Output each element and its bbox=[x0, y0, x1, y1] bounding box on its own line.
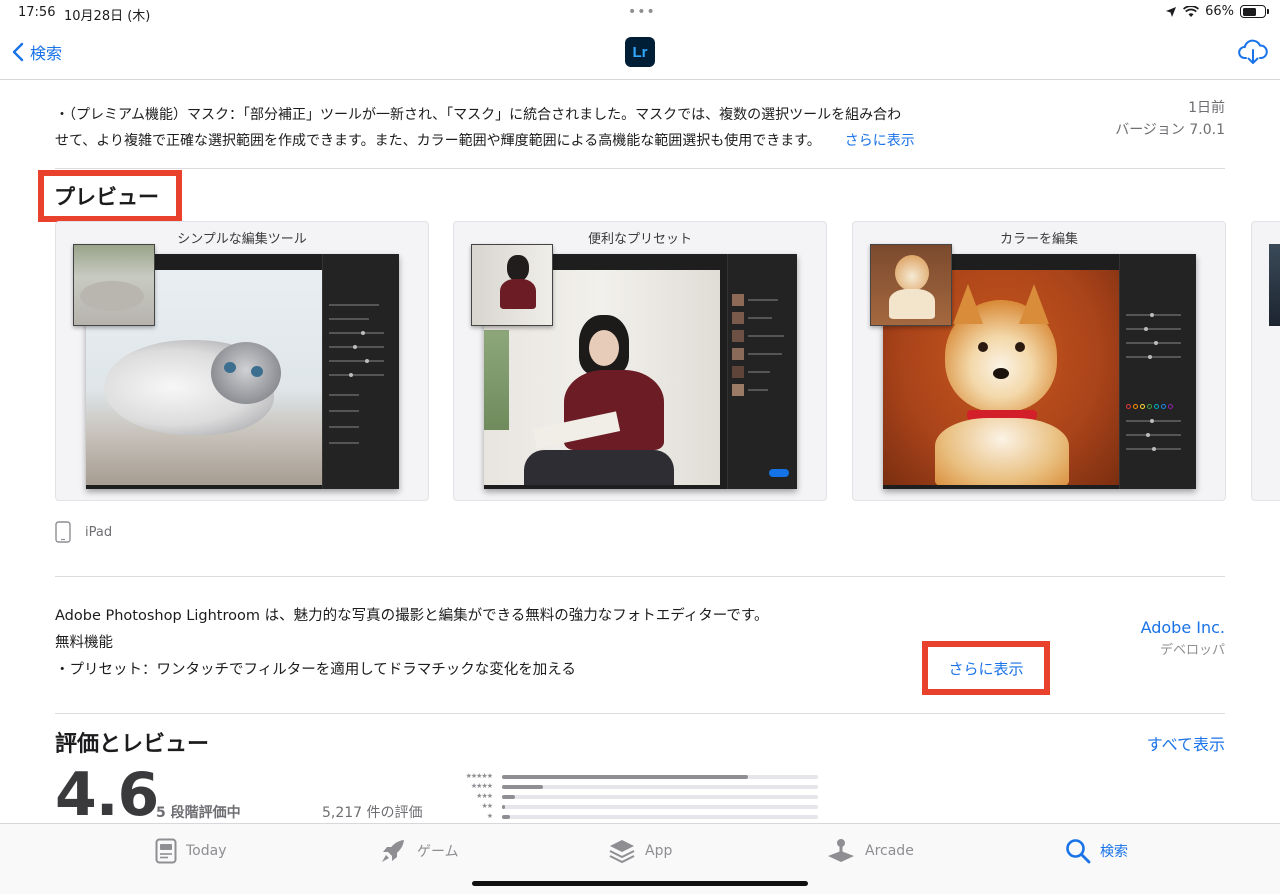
release-meta: 1日前 バージョン 7.0.1 bbox=[1115, 97, 1225, 141]
whats-new-line-1: ・（プレミアム機能）マスク：「部分補正」ツールが一新され、「マスク」に統合されま… bbox=[55, 107, 902, 123]
preview-title: プレビュー bbox=[54, 185, 159, 209]
app-detail-content[interactable]: ・（プレミアム機能）マスク：「部分補正」ツールが一新され、「マスク」に統合されま… bbox=[0, 80, 1280, 823]
developer-info: Adobe Inc. デベロッパ bbox=[1141, 618, 1225, 658]
back-button[interactable]: 検索 bbox=[12, 40, 62, 64]
status-date: 10月28日 (木) bbox=[64, 9, 151, 24]
rating-bar-track bbox=[502, 774, 818, 779]
divider bbox=[55, 576, 1225, 577]
release-version: バージョン 7.0.1 bbox=[1115, 122, 1225, 138]
device-row: iPad bbox=[55, 521, 112, 543]
stars-label: ★★★ bbox=[476, 792, 493, 800]
developer-role: デベロッパ bbox=[1159, 643, 1225, 658]
rating-bar-track bbox=[502, 794, 818, 799]
rating-bar-fill bbox=[502, 814, 510, 819]
status-bar: 17:56 10月28日 (木) ••• 66% bbox=[0, 0, 1280, 26]
tab-search[interactable]: 検索 bbox=[1065, 838, 1128, 864]
before-thumbnail bbox=[870, 244, 952, 326]
tab-label: Arcade bbox=[865, 843, 914, 859]
whats-new-line-2: せて、より複雑で正確な選択範囲を作成できます。また、カラー範囲や輝度範囲による高… bbox=[55, 133, 821, 149]
status-time: 17:56 bbox=[18, 5, 56, 20]
tab-arcade[interactable]: Arcade bbox=[826, 838, 914, 864]
tab-label: ゲーム bbox=[417, 844, 459, 860]
stars-label: ★★★★★ bbox=[465, 772, 493, 780]
whats-new-more-link[interactable]: さらに表示 bbox=[845, 133, 915, 149]
developer-link[interactable]: Adobe Inc. bbox=[1141, 618, 1225, 637]
tab-today[interactable]: Today bbox=[155, 838, 227, 864]
tab-bar: Today ゲーム App Arcade 検索 bbox=[0, 823, 1280, 894]
rating-bar-row: ★★★ bbox=[446, 792, 818, 801]
before-thumbnail bbox=[471, 244, 553, 326]
stars-label: ★★★★ bbox=[470, 782, 493, 790]
edit-panel bbox=[322, 254, 399, 489]
preview-title-highlight: プレビュー bbox=[38, 170, 182, 222]
divider bbox=[55, 713, 1225, 714]
rating-bar-row: ★★★★★ bbox=[446, 772, 818, 781]
app-description: Adobe Photoshop Lightroom は、魅力的な写真の撮影と編集… bbox=[55, 603, 768, 684]
status-right: 66% bbox=[1165, 4, 1269, 19]
tab-apps[interactable]: App bbox=[608, 838, 672, 864]
color-panel bbox=[1119, 254, 1196, 489]
rating-bar-fill bbox=[502, 774, 749, 779]
rating-bar-fill bbox=[502, 794, 515, 799]
screenshot-card[interactable]: カラーを編集 bbox=[852, 221, 1226, 501]
rating-bar-row: ★★★★ bbox=[446, 782, 818, 791]
before-thumbnail bbox=[73, 244, 155, 326]
screenshot-card[interactable]: シンプルな編集ツール bbox=[55, 221, 429, 501]
ratings-title: 評価とレビュー bbox=[55, 732, 210, 757]
back-button-label: 検索 bbox=[30, 44, 63, 63]
description-more-label: さらに表示 bbox=[948, 659, 1024, 678]
chevron-left-icon bbox=[12, 42, 24, 62]
description-line-3: ・プリセット：ワンタッチでフィルターを適用してドラマチックな変化を加える bbox=[55, 662, 576, 678]
release-date: 1日前 bbox=[1188, 100, 1225, 116]
stars-label: ★ bbox=[486, 812, 493, 820]
multitasking-dots-icon[interactable]: ••• bbox=[628, 4, 656, 20]
divider bbox=[55, 168, 1225, 169]
tab-label: 検索 bbox=[1100, 844, 1128, 860]
rating-bar-track bbox=[502, 804, 818, 809]
battery-icon bbox=[1240, 5, 1269, 18]
rating-bar-track bbox=[502, 814, 818, 819]
rating-bar-track bbox=[502, 784, 818, 789]
rocket-icon bbox=[382, 840, 404, 862]
see-all-reviews-link[interactable]: すべて表示 bbox=[1147, 731, 1225, 755]
whats-new-notes: ・（プレミアム機能）マスク：「部分補正」ツールが一新され、「マスク」に統合されま… bbox=[55, 102, 990, 154]
ipad-icon bbox=[55, 521, 71, 543]
navigation-bar: 検索 Lr bbox=[0, 26, 1280, 80]
tab-games[interactable]: ゲーム bbox=[380, 838, 459, 864]
download-button[interactable] bbox=[1238, 38, 1268, 70]
rating-distribution: ★★★★★ ★★★★ ★★★ ★★ ★ bbox=[446, 772, 818, 822]
description-line-2: 無料機能 bbox=[55, 635, 113, 651]
rating-bar-fill bbox=[502, 784, 544, 789]
rating-bar-row: ★★ bbox=[446, 802, 818, 811]
app-icon: Lr bbox=[625, 37, 655, 67]
device-label: iPad bbox=[85, 524, 113, 540]
tab-label: Today bbox=[186, 843, 227, 859]
screenshot-card-peek[interactable] bbox=[1251, 221, 1280, 501]
apps-stack-icon bbox=[609, 840, 635, 864]
rating-bar-row: ★ bbox=[446, 812, 818, 821]
location-icon bbox=[1166, 6, 1177, 17]
rating-bar-fill bbox=[502, 804, 506, 809]
home-indicator[interactable] bbox=[472, 881, 808, 886]
joystick-icon bbox=[828, 839, 854, 862]
wifi-icon bbox=[1183, 5, 1200, 17]
search-icon bbox=[1066, 839, 1091, 864]
description-more-button[interactable]: さらに表示 bbox=[922, 641, 1050, 695]
tab-label: App bbox=[645, 843, 673, 859]
today-icon bbox=[155, 838, 177, 864]
description-line-1: Adobe Photoshop Lightroom は、魅力的な写真の撮影と編集… bbox=[55, 608, 769, 624]
app-icon-label: Lr bbox=[632, 43, 648, 61]
rating-score: 4.6 bbox=[55, 760, 159, 823]
cloud-download-icon bbox=[1238, 39, 1268, 64]
screenshot-card[interactable]: 便利なプリセット bbox=[453, 221, 827, 501]
presets-panel bbox=[727, 254, 797, 489]
stars-label: ★★ bbox=[481, 802, 493, 810]
rating-scale-label: 5 段階評価中 bbox=[156, 805, 241, 821]
rating-count: 5,217 件の評価 bbox=[322, 805, 423, 821]
battery-percent: 66% bbox=[1205, 4, 1234, 19]
